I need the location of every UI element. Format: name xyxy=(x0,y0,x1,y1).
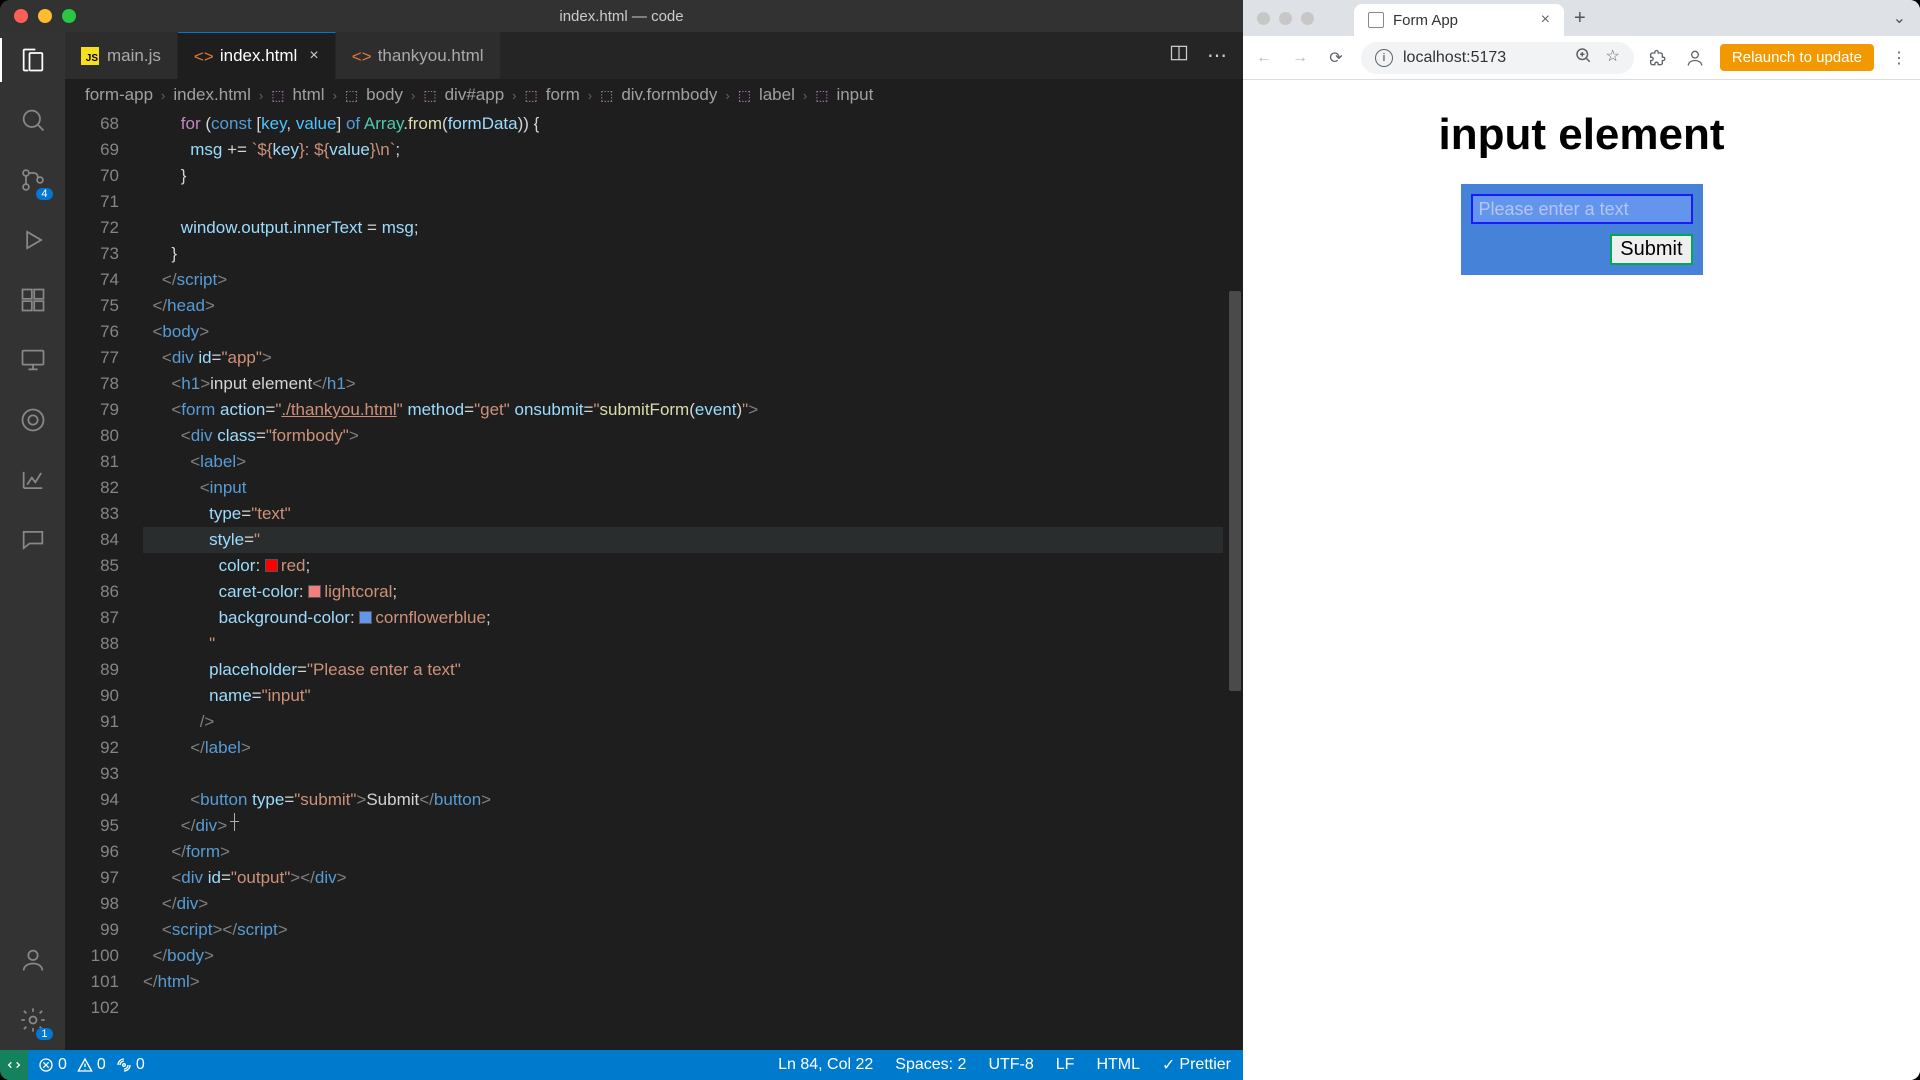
zoom-icon[interactable] xyxy=(1574,46,1592,69)
browser-tab[interactable]: Form App × xyxy=(1354,4,1564,36)
browser-tab-title: Form App xyxy=(1393,12,1458,29)
breadcrumb-item[interactable]: form xyxy=(546,85,580,105)
tab-label: thankyou.html xyxy=(378,46,484,66)
breadcrumb-item[interactable]: div.formbody xyxy=(621,85,717,105)
formatter[interactable]: ✓ Prettier xyxy=(1162,1055,1231,1075)
text-cursor xyxy=(227,813,242,831)
editor-tabs: JS main.js <> index.html × <> thankyou.html ⋯ xyxy=(65,32,1243,79)
ports-count[interactable]: 0 xyxy=(116,1056,145,1074)
remote-indicator[interactable] xyxy=(0,1050,28,1080)
close-window-button[interactable] xyxy=(14,9,28,23)
close-tab-icon[interactable]: × xyxy=(309,47,318,65)
scrollbar[interactable] xyxy=(1223,111,1243,1050)
js-file-icon: JS xyxy=(81,47,99,65)
extensions-icon[interactable] xyxy=(17,284,49,316)
breadcrumb-item[interactable]: label xyxy=(759,85,795,105)
titlebar: index.html — code xyxy=(0,0,1243,32)
line-numbers: 6869707172737475767778798081828384858687… xyxy=(65,111,143,1050)
html-file-icon: <> xyxy=(352,47,370,65)
browser-minimize-button[interactable] xyxy=(1279,12,1292,25)
submit-button[interactable]: Submit xyxy=(1610,234,1692,265)
page-heading: input element xyxy=(1438,110,1724,160)
relaunch-button[interactable]: Relaunch to update xyxy=(1720,44,1874,71)
browser-toolbar: ← → ⟳ i localhost:5173 ☆ Relaunch to upd… xyxy=(1243,36,1920,80)
comments-icon[interactable] xyxy=(17,524,49,556)
tab-list-chevron-icon[interactable]: ⌄ xyxy=(1893,8,1906,28)
tab-label: main.js xyxy=(107,46,161,66)
remote-explorer-icon[interactable] xyxy=(17,344,49,376)
bookmark-star-icon[interactable]: ☆ xyxy=(1606,46,1620,69)
extensions-puzzle-icon[interactable] xyxy=(1648,47,1670,69)
breadcrumb-item[interactable]: index.html xyxy=(173,85,250,105)
run-debug-icon[interactable] xyxy=(17,224,49,256)
cursor-position[interactable]: Ln 84, Col 22 xyxy=(778,1056,873,1074)
editor-tab-index-html[interactable]: <> index.html × xyxy=(178,32,336,79)
browser-close-button[interactable] xyxy=(1257,12,1270,25)
indentation[interactable]: Spaces: 2 xyxy=(895,1056,966,1074)
settings-gear-icon[interactable]: 1 xyxy=(17,1004,49,1036)
window-title: index.html — code xyxy=(559,8,683,25)
browser-titlebar: Form App × + ⌄ xyxy=(1243,0,1920,36)
graph-icon[interactable] xyxy=(17,464,49,496)
browser-window: Form App × + ⌄ ← → ⟳ i localhost:5173 ☆ … xyxy=(1243,0,1920,1080)
more-actions-icon[interactable]: ⋯ xyxy=(1207,43,1227,68)
breadcrumb[interactable]: form-app›index.html›⬚html›⬚body›⬚div#app… xyxy=(65,79,1243,111)
vscode-window: index.html — code 4 1 JS main.js <> index.h… xyxy=(0,0,1243,1080)
close-tab-icon[interactable]: × xyxy=(1541,11,1550,29)
split-editor-icon[interactable] xyxy=(1169,43,1189,68)
address-bar[interactable]: i localhost:5173 ☆ xyxy=(1361,42,1634,74)
warnings-count[interactable]: 0 xyxy=(77,1056,106,1074)
traffic-lights xyxy=(14,9,76,23)
profile-avatar-icon[interactable] xyxy=(1684,47,1706,69)
new-tab-button[interactable]: + xyxy=(1574,7,1586,30)
breadcrumb-item[interactable]: form-app xyxy=(85,85,153,105)
code-editor[interactable]: 6869707172737475767778798081828384858687… xyxy=(65,111,1243,1050)
minimize-window-button[interactable] xyxy=(38,9,52,23)
explorer-icon[interactable] xyxy=(17,44,49,76)
browser-menu-icon[interactable]: ⋮ xyxy=(1888,47,1910,69)
testing-icon[interactable] xyxy=(17,404,49,436)
encoding[interactable]: UTF-8 xyxy=(988,1056,1033,1074)
favicon-icon xyxy=(1368,12,1384,28)
breadcrumb-item[interactable]: html xyxy=(292,85,324,105)
errors-count[interactable]: 0 xyxy=(38,1056,67,1074)
browser-maximize-button[interactable] xyxy=(1301,12,1314,25)
search-icon[interactable] xyxy=(17,104,49,136)
language-mode[interactable]: HTML xyxy=(1096,1056,1140,1074)
tab-label: index.html xyxy=(220,46,297,66)
forward-button[interactable]: → xyxy=(1289,47,1311,69)
breadcrumb-item[interactable]: div#app xyxy=(445,85,505,105)
account-icon[interactable] xyxy=(17,944,49,976)
editor-tab-thankyou-html[interactable]: <> thankyou.html xyxy=(336,32,501,79)
scm-badge: 4 xyxy=(36,188,52,200)
form-container: Submit xyxy=(1461,184,1703,275)
settings-badge: 1 xyxy=(36,1028,52,1040)
url-text: localhost:5173 xyxy=(1403,49,1506,67)
page-content: input element Submit xyxy=(1243,80,1920,1080)
html-file-icon: <> xyxy=(194,47,212,65)
back-button[interactable]: ← xyxy=(1253,47,1275,69)
maximize-window-button[interactable] xyxy=(62,9,76,23)
eol[interactable]: LF xyxy=(1056,1056,1075,1074)
editor-group: JSmain.js<>index.html×<>thankyou.html ⋯ … xyxy=(65,32,1243,1050)
editor-tab-main-js[interactable]: JS main.js xyxy=(65,32,178,79)
status-bar: 0 0 0 Ln 84, Col 22 Spaces: 2 UTF-8 LF H… xyxy=(0,1050,1243,1080)
text-input[interactable] xyxy=(1471,194,1693,224)
breadcrumb-item[interactable]: input xyxy=(836,85,873,105)
reload-button[interactable]: ⟳ xyxy=(1325,47,1347,69)
activity-bar: 4 1 xyxy=(0,32,65,1050)
source-control-icon[interactable]: 4 xyxy=(17,164,49,196)
site-info-icon[interactable]: i xyxy=(1375,49,1393,67)
breadcrumb-item[interactable]: body xyxy=(366,85,403,105)
